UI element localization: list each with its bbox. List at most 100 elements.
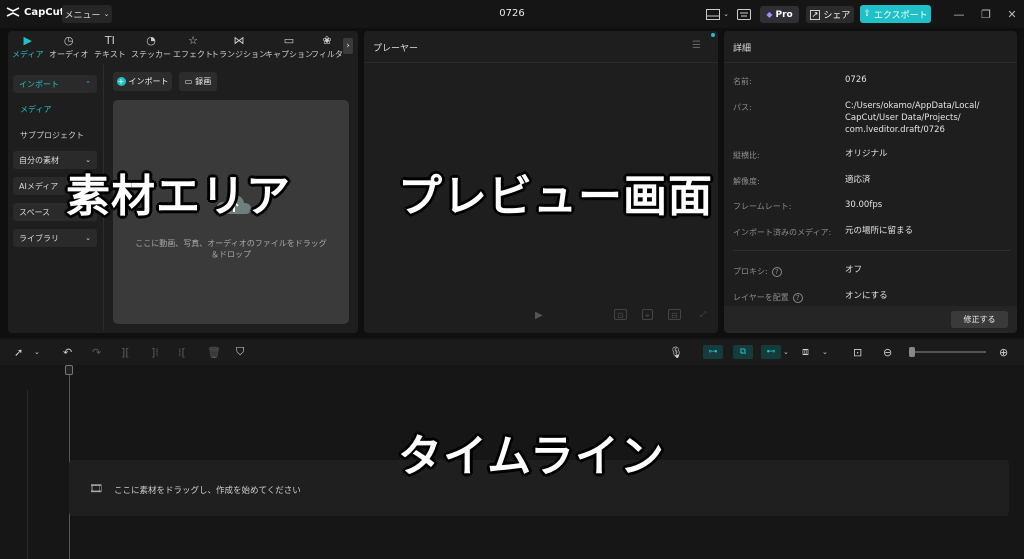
sidebar-item-label: ライブラリ <box>19 233 59 243</box>
status-dot <box>711 33 715 37</box>
sticker-icon: ◔ <box>146 34 156 47</box>
detail-label-resolution: 解像度: <box>733 177 760 186</box>
tab-filter[interactable]: ❀ フィルタ <box>311 35 343 61</box>
minimize-icon[interactable]: — <box>952 7 966 21</box>
detail-value-imported-media: 元の場所に留まる <box>845 226 914 236</box>
tab-transition[interactable]: ⋈ トランジション <box>211 35 267 61</box>
detail-label-framerate: フレームレート: <box>733 202 792 211</box>
playhead-handle[interactable] <box>65 365 73 375</box>
import-button[interactable]: + インポート <box>113 72 172 91</box>
detail-label-aspect: 縦横比: <box>733 151 760 160</box>
chevron-down-icon: ⌄ <box>85 234 91 242</box>
detail-label-name: 名前: <box>733 77 752 86</box>
detail-label-layer-wrap: レイヤーを配置 ? <box>733 292 803 303</box>
sidebar-item-label: 自分の素材 <box>19 155 59 165</box>
pro-button[interactable]: ◆ Pro <box>760 6 799 23</box>
sidebar-item-label: スペース <box>19 207 51 217</box>
fit-timeline-icon[interactable]: ⊡ <box>853 345 862 359</box>
detail-value-aspect: オリジナル <box>845 149 888 159</box>
gem-icon: ◆ <box>766 10 773 19</box>
keyboard-icon[interactable] <box>735 6 753 22</box>
ratio-icon[interactable]: ⊟ <box>668 309 681 320</box>
focus-icon[interactable]: ⌖ <box>642 309 653 320</box>
media-drop-hint: ここに動画、写真、オーディオのファイルをドラッグ＆ドロップ <box>135 239 327 259</box>
export-button[interactable]: ⇪ エクスポート <box>860 5 931 23</box>
tab-text[interactable]: TI テキスト <box>94 35 126 61</box>
detail-value-layer[interactable]: オンにする <box>845 290 888 302</box>
layout-chevron-icon[interactable]: ⌄ <box>722 6 730 22</box>
sidebar-item-import[interactable]: インポート ⌃ <box>13 75 97 93</box>
zoom-slider-handle[interactable] <box>909 347 915 357</box>
restore-icon[interactable]: ❐ <box>979 7 993 21</box>
record-button[interactable]: ▭ 録画 <box>179 72 217 91</box>
export-icon: ⇪ <box>863 9 871 19</box>
split-right-icon[interactable]: ⁞[ <box>178 345 186 359</box>
magnet-snap-icon[interactable]: ⧉ <box>733 345 753 359</box>
timeline-track-header-divider <box>27 390 28 559</box>
detail-label-proxy-wrap: プロキシ: ? <box>733 266 782 277</box>
chevron-down-icon[interactable]: ⌄ <box>34 345 40 359</box>
detail-label-proxy: プロキシ: <box>733 267 768 276</box>
select-cursor-icon[interactable]: ➚ <box>14 345 23 359</box>
tab-media[interactable]: ▶ メディア <box>12 35 43 61</box>
help-icon[interactable]: ? <box>792 292 803 303</box>
chevron-down-icon[interactable]: ⌄ <box>783 345 789 359</box>
play-icon[interactable]: ▶ <box>535 310 543 321</box>
details-divider <box>733 250 1010 251</box>
tab-filter-label: フィルタ <box>311 50 343 59</box>
tab-transition-label: トランジション <box>211 50 267 59</box>
detail-value-resolution: 適応済 <box>845 175 871 185</box>
tab-caption-label: キャプション <box>265 50 313 59</box>
redo-icon[interactable]: ↷ <box>92 345 101 359</box>
link-main-track-icon[interactable]: ⊶ <box>703 345 723 359</box>
sidebar-item-label: AIメディア <box>19 181 59 191</box>
help-icon[interactable]: ? <box>771 266 782 277</box>
detail-label-layer: レイヤーを配置 <box>733 293 789 302</box>
preview-axis-icon[interactable]: ⧈ <box>802 345 809 359</box>
tab-effect[interactable]: ☆ エフェクト <box>173 35 213 61</box>
detail-value-framerate: 30.00fps <box>845 200 883 210</box>
menu-icon[interactable]: ☰ <box>692 40 701 51</box>
tabs-more-button[interactable]: › <box>343 38 353 54</box>
tab-effect-label: エフェクト <box>173 50 213 59</box>
transition-icon: ⋈ <box>233 34 245 47</box>
sidebar-item-subproject[interactable]: サブプロジェクト <box>20 130 84 141</box>
tab-sticker[interactable]: ◔ ステッカー <box>131 35 171 61</box>
overlay-preview-screen: プレビュー画面 <box>398 171 713 222</box>
plus-icon: + <box>116 77 126 86</box>
sidebar-item-library[interactable]: ライブラリ ⌄ <box>13 229 97 247</box>
sidebar-item-label: インポート <box>19 79 59 89</box>
overlay-timeline: タイムライン <box>398 431 665 482</box>
chevron-right-icon: › <box>346 41 350 51</box>
tab-audio-label: オーディオ <box>49 50 89 59</box>
share-button[interactable]: ↗ シェア <box>806 6 854 23</box>
sidebar-item-media[interactable]: メディア <box>20 104 51 115</box>
effect-icon: ☆ <box>188 34 198 47</box>
detail-value-name: 0726 <box>845 75 867 85</box>
marker-icon[interactable]: ⛉ <box>236 345 244 359</box>
split-icon[interactable]: ][ <box>121 345 130 359</box>
aspect-icon[interactable]: ⊡ <box>614 309 627 320</box>
pro-button-label: Pro <box>775 9 793 20</box>
chevron-down-icon[interactable]: ⌄ <box>822 345 828 359</box>
tab-sticker-label: ステッカー <box>131 50 171 59</box>
fullscreen-icon[interactable]: ⤢ <box>698 309 708 320</box>
detail-value-path: C:/Users/okamo/AppData/Local/ CapCut/Use… <box>845 101 980 135</box>
zoom-slider-track[interactable] <box>910 351 986 353</box>
filter-icon: ❀ <box>322 34 332 47</box>
modify-button[interactable]: 修正する <box>951 311 1008 328</box>
tab-audio[interactable]: ◷ オーディオ <box>49 35 88 61</box>
undo-icon[interactable]: ↶ <box>63 345 72 359</box>
close-icon[interactable]: ✕ <box>1005 7 1019 21</box>
microphone-icon[interactable]: 🎙 <box>669 345 683 359</box>
overlay-media-area: 素材エリア <box>66 171 291 222</box>
linkage-icon[interactable]: ⊷ <box>761 345 781 359</box>
layout-icon[interactable] <box>704 6 722 22</box>
tab-media-label: メディア <box>12 50 44 59</box>
zoom-in-icon[interactable]: ⊕ <box>999 345 1008 359</box>
detail-value-proxy[interactable]: オフ <box>845 264 862 276</box>
tab-caption[interactable]: ▭ キャプション <box>265 35 313 61</box>
delete-icon[interactable]: 🗑 <box>207 345 221 359</box>
zoom-out-icon[interactable]: ⊖ <box>883 345 892 359</box>
split-left-icon[interactable]: ]⁞ <box>151 345 159 359</box>
